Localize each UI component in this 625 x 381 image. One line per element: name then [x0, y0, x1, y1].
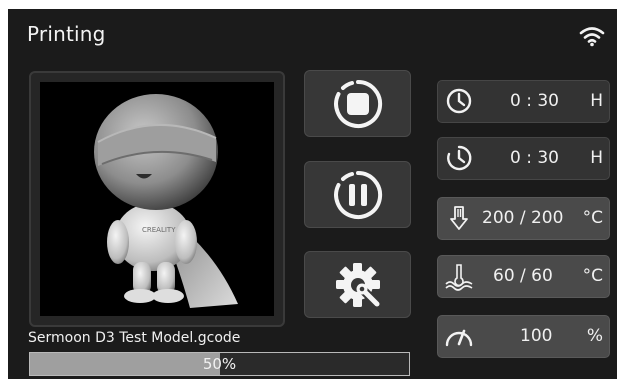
print-speed-panel[interactable]: 100 % [437, 315, 610, 358]
progress-label: 50% [202, 355, 237, 373]
stop-icon [333, 79, 382, 128]
settings-button[interactable] [304, 251, 411, 318]
stop-button[interactable] [304, 70, 411, 137]
nozzle-temperature-unit: °C [582, 208, 603, 228]
bed-temperature-value: 60 / 60 [493, 266, 553, 286]
printer-screen: Printing CREALITY Sermoon D3 Test Model.… [8, 9, 617, 379]
nozzle-temperature-panel[interactable]: 200 / 200 °C [437, 197, 610, 240]
print-speed-unit: % [586, 326, 603, 346]
wifi-icon [579, 27, 605, 47]
progress-bar: 50% [29, 352, 410, 376]
elapsed-time-value: 0 : 30 [510, 91, 559, 111]
remaining-time-value: 0 : 30 [510, 148, 559, 168]
elapsed-time-unit: H [590, 91, 603, 111]
model-badge-text: CREALITY [142, 226, 176, 234]
pause-button[interactable] [304, 161, 411, 228]
bed-temperature-unit: °C [582, 266, 603, 286]
pause-icon [333, 170, 382, 219]
print-speed-value: 100 [520, 326, 553, 346]
remaining-time-panel: 0 : 30 H [437, 137, 610, 180]
file-name: Sermoon D3 Test Model.gcode [28, 330, 241, 346]
settings-wrench-icon [335, 262, 381, 308]
page-title: Printing [27, 22, 106, 46]
elapsed-time-panel: 0 : 30 H [437, 80, 610, 123]
speed-gauge-icon [445, 329, 473, 347]
clock-remaining-icon [447, 145, 472, 171]
remaining-time-unit: H [590, 148, 603, 168]
clock-icon [446, 88, 472, 114]
bed-temperature-icon [445, 264, 473, 291]
model-figure: CREALITY [94, 94, 238, 308]
nozzle-temperature-icon [450, 206, 468, 230]
model-preview: CREALITY [29, 71, 285, 327]
nozzle-temperature-value: 200 / 200 [482, 208, 564, 228]
bed-temperature-panel[interactable]: 60 / 60 °C [437, 255, 610, 298]
model-preview-image: CREALITY [40, 82, 274, 316]
